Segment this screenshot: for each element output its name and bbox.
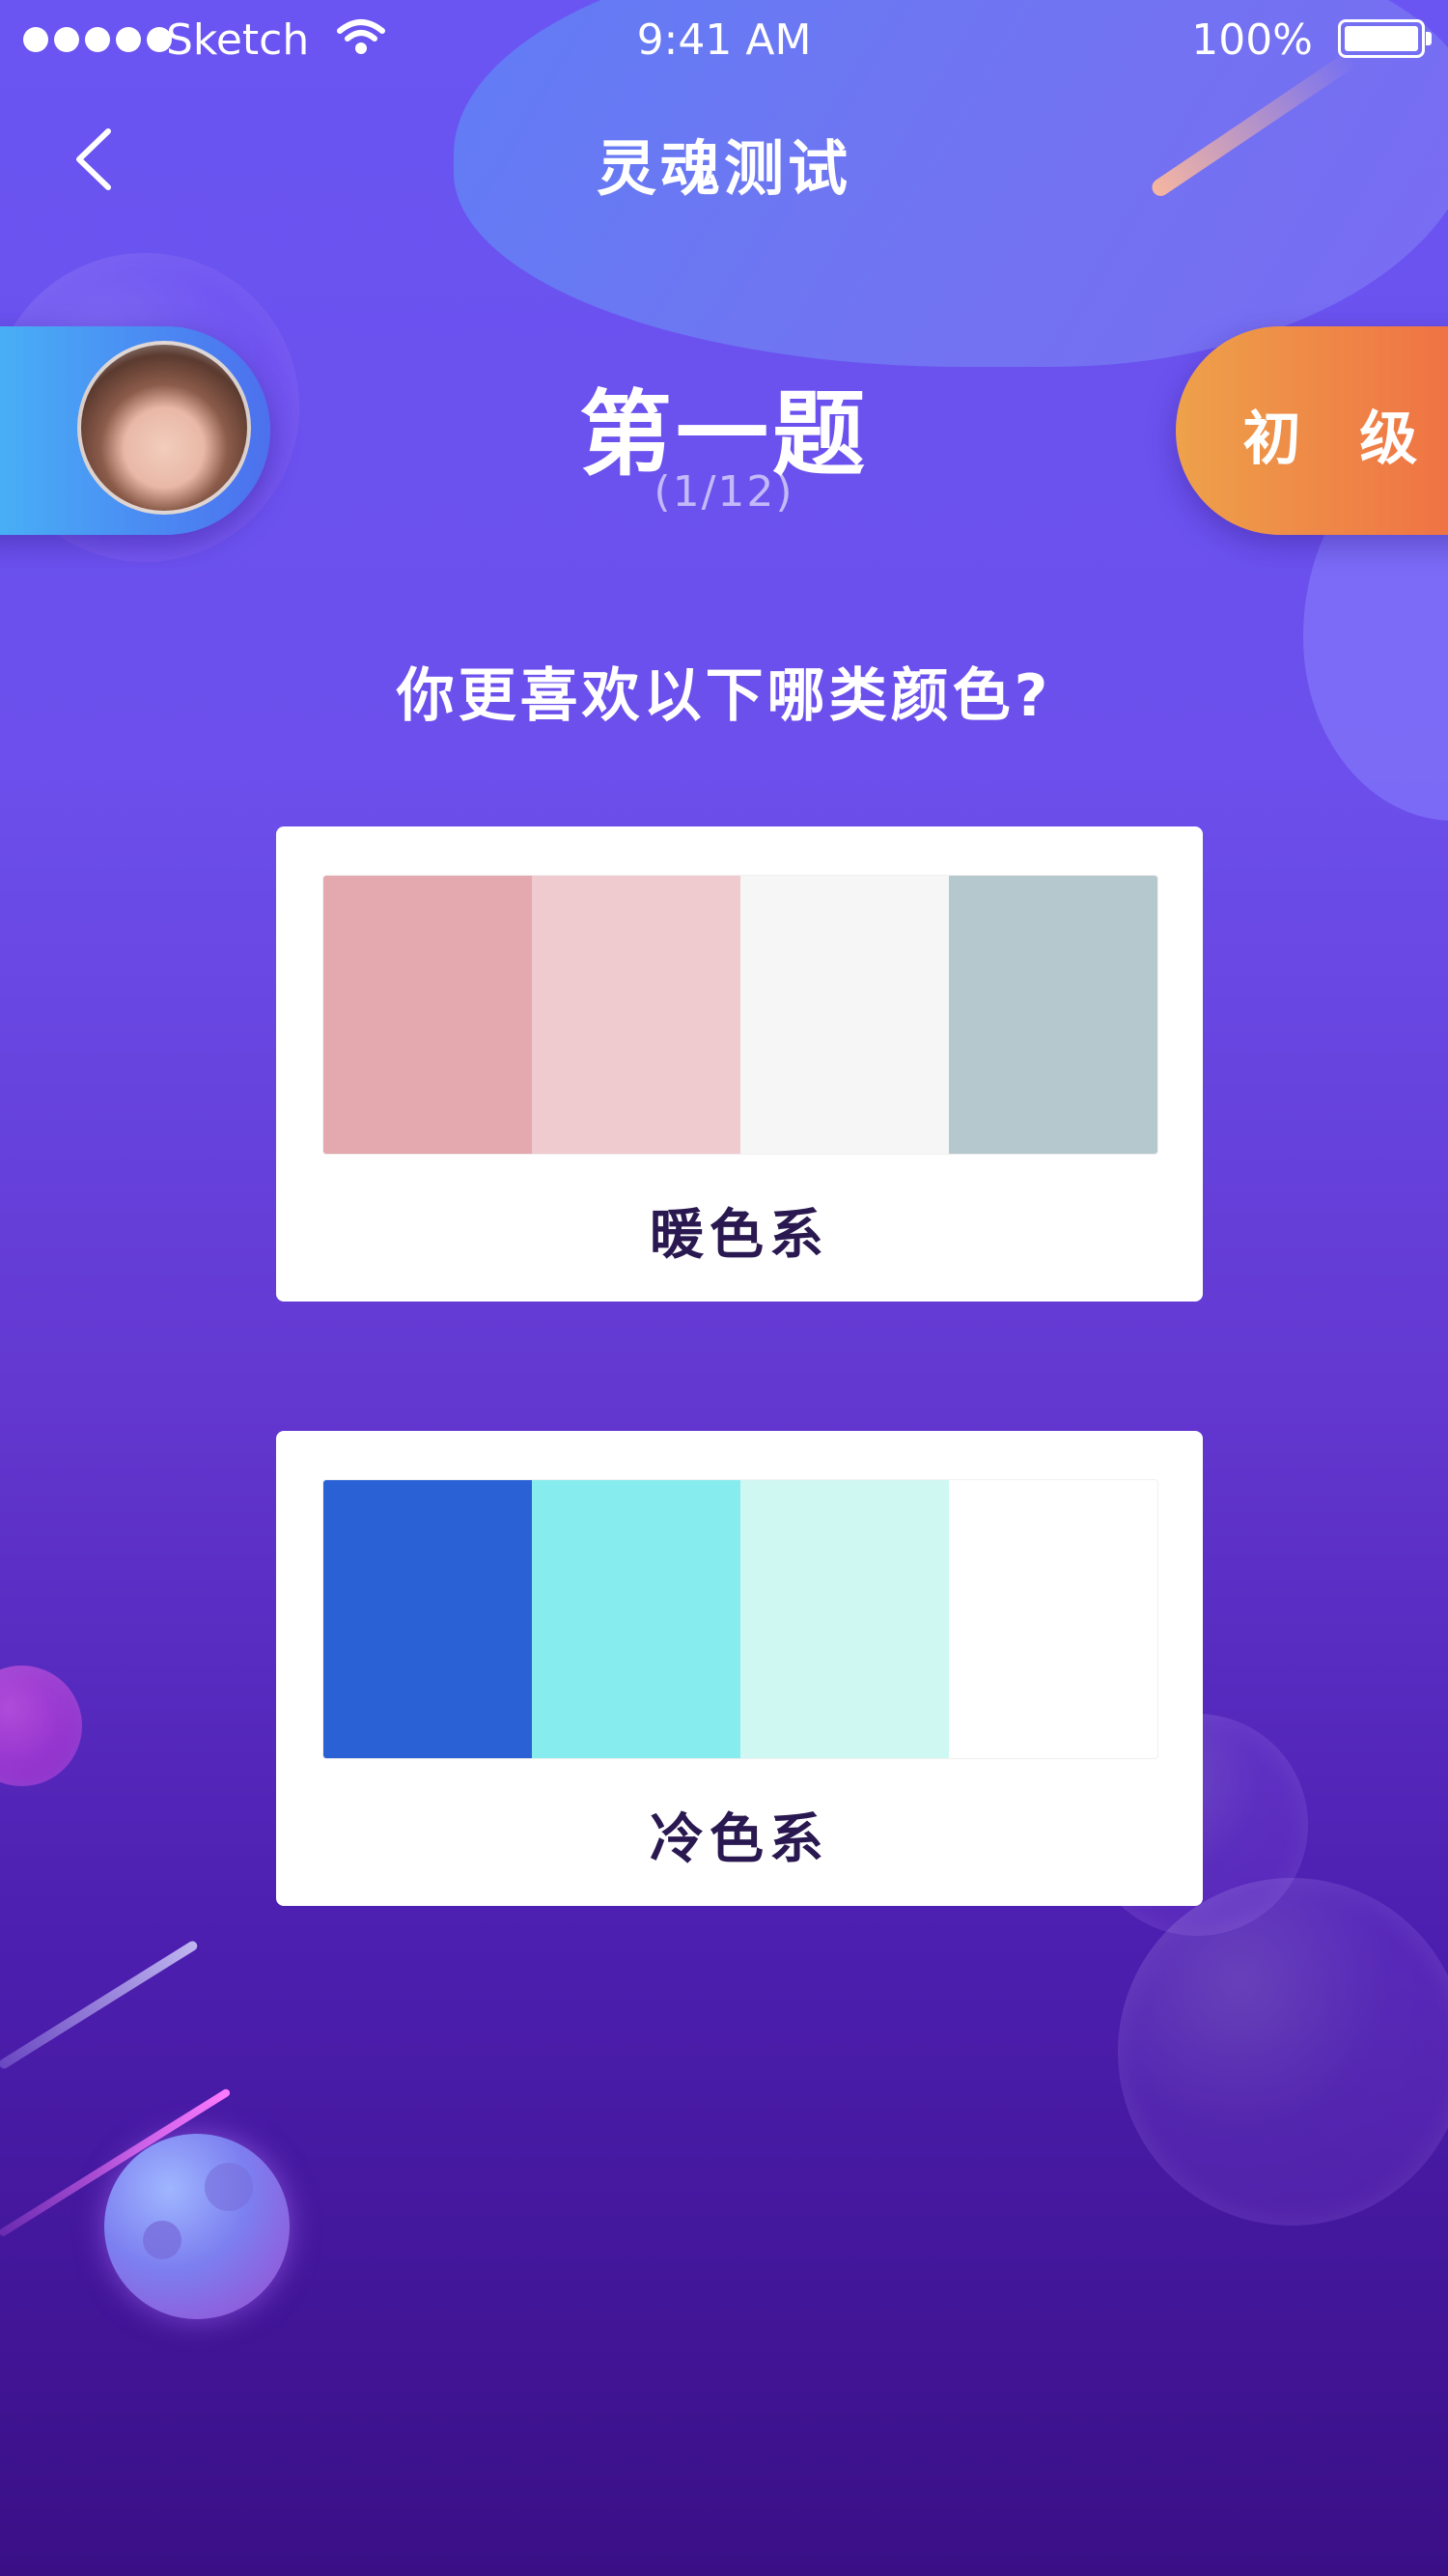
battery-percentage: 100%: [1191, 15, 1313, 65]
decor-bubble: [1118, 1878, 1448, 2226]
option-label: 暖色系: [650, 1204, 829, 1267]
question-text: 你更喜欢以下哪类颜色?: [396, 662, 1052, 730]
color-swatches: [322, 1479, 1158, 1759]
decor-meteor: [0, 1939, 200, 2071]
page-title: 灵魂测试: [596, 133, 851, 204]
decor-bubble: [0, 1666, 82, 1786]
battery-icon: [1338, 19, 1432, 58]
quiz-screen: Sketch 9:41 AM 100% 灵魂测试 第一题 (1/12) 初 级 …: [0, 0, 1448, 2576]
option-card-cool[interactable]: 冷色系: [276, 1431, 1203, 1906]
decor-crater: [205, 2163, 253, 2211]
color-swatch: [532, 876, 740, 1154]
decor-crater: [143, 2221, 181, 2259]
level-label: 初 级: [1242, 406, 1437, 473]
color-swatch: [532, 1480, 740, 1758]
color-swatch: [949, 876, 1157, 1154]
color-swatch: [740, 876, 949, 1154]
color-swatch: [323, 876, 532, 1154]
color-swatches: [322, 875, 1158, 1155]
color-swatch: [323, 1480, 532, 1758]
decor-planet: [104, 2134, 290, 2319]
option-card-warm[interactable]: 暖色系: [276, 826, 1203, 1302]
color-swatch: [949, 1480, 1157, 1758]
status-bar: Sketch 9:41 AM 100%: [0, 0, 1448, 85]
option-label: 冷色系: [650, 1808, 829, 1871]
color-swatch: [740, 1480, 949, 1758]
